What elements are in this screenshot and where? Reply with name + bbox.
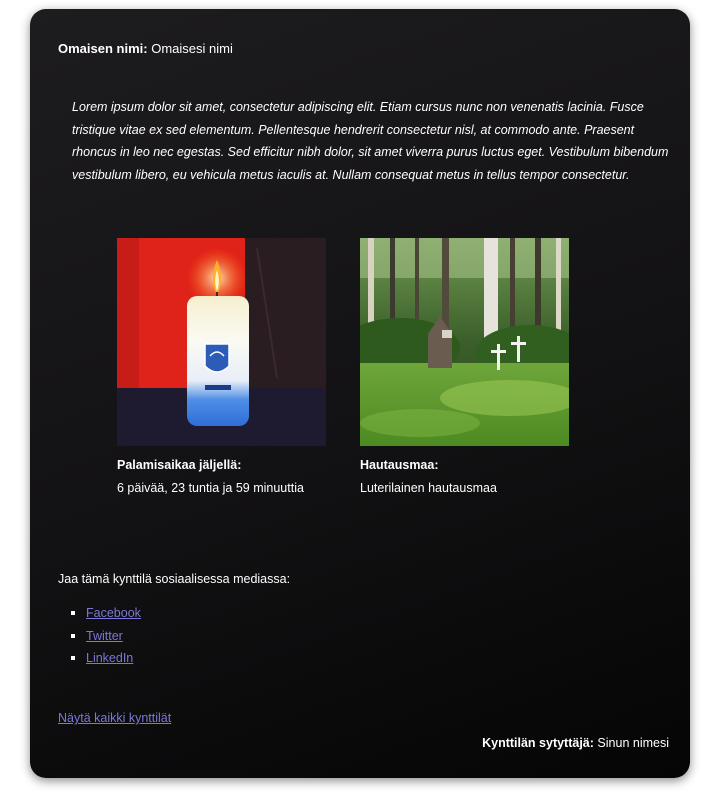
candle-lighter-line: Kynttilän sytyttäjä: Sinun nimesi (482, 735, 669, 751)
show-all-candles-link[interactable]: Näytä kaikki kynttilät (58, 710, 171, 726)
candle-card: Omaisen nimi: Omaisesi nimi Lorem ipsum … (30, 9, 690, 778)
cemetery-label: Hautausmaa: (360, 458, 439, 472)
relative-name-line: Omaisen nimi: Omaisesi nimi (58, 41, 233, 57)
list-item: Facebook (58, 605, 141, 628)
share-links-list: Facebook Twitter LinkedIn (58, 605, 141, 673)
list-item: LinkedIn (58, 650, 141, 673)
share-heading: Jaa tämä kynttilä sosiaalisessa mediassa… (58, 572, 291, 586)
relative-name-label: Omaisen nimi: (58, 41, 148, 56)
bullet-icon (71, 611, 75, 615)
candle-lighter-label: Kynttilän sytyttäjä: (482, 736, 594, 750)
list-item: Twitter (58, 628, 141, 651)
facebook-share-link[interactable]: Facebook (86, 606, 141, 620)
cemetery-image (360, 238, 569, 446)
memorial-message: Lorem ipsum dolor sit amet, consectetur … (72, 100, 669, 182)
cemetery-value: Luterilainen hautausmaa (360, 481, 497, 495)
candle-image (117, 238, 326, 446)
bullet-icon (71, 656, 75, 660)
bullet-icon (71, 633, 75, 638)
linkedin-share-link[interactable]: LinkedIn (86, 651, 133, 665)
burn-time-value: 6 päivää, 23 tuntia ja 59 minuuttia (117, 481, 304, 495)
candle-lighter-value: Sinun nimesi (597, 736, 669, 750)
burn-time-label: Palamisaikaa jäljellä: (117, 458, 242, 472)
relative-name-value: Omaisesi nimi (151, 41, 233, 56)
twitter-share-link[interactable]: Twitter (86, 629, 123, 643)
